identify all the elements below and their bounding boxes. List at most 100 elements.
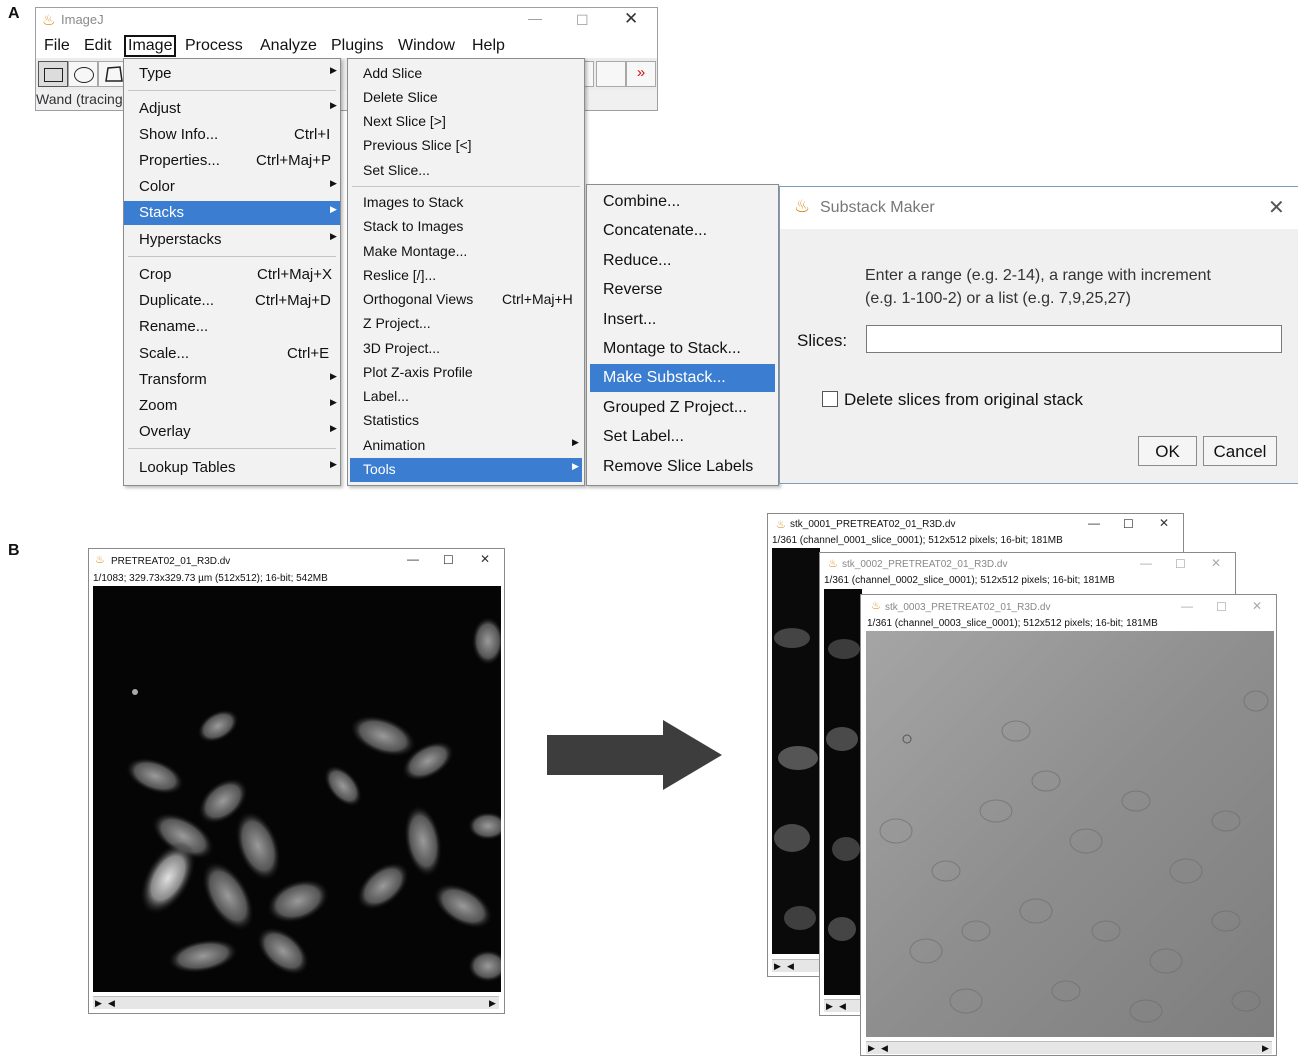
menu-item-orthogonal-views[interactable]: Orthogonal Views Ctrl+Maj+H xyxy=(348,288,584,312)
menu-item-next-slice[interactable]: Next Slice [>] xyxy=(348,110,584,134)
menu-item-delete-slice[interactable]: Delete Slice xyxy=(348,86,584,110)
menu-item-show-info[interactable]: Show Info... Ctrl+I xyxy=(124,123,340,147)
play-icon[interactable]: ▶ xyxy=(95,997,102,1009)
cancel-button[interactable]: Cancel xyxy=(1203,436,1277,466)
menu-item-make-montage[interactable]: Make Montage... xyxy=(348,240,584,264)
toolbar-spacer-button[interactable] xyxy=(584,61,594,87)
horizontal-scrollbar[interactable]: ▶ ◀ ▶ xyxy=(866,1041,1272,1054)
close-icon[interactable]: ✕ xyxy=(1211,556,1221,570)
rectangle-tool-button[interactable] xyxy=(38,61,68,87)
menu-analyze[interactable]: Analyze xyxy=(260,37,317,55)
horizontal-scrollbar[interactable]: ▶ ◀ xyxy=(772,959,820,972)
scroll-left-icon[interactable]: ◀ xyxy=(881,1042,888,1054)
menu-image[interactable]: Image xyxy=(124,35,177,57)
menu-item-overlay[interactable]: Overlay ▶ xyxy=(124,420,340,444)
menu-item-concatenate[interactable]: Concatenate... xyxy=(587,219,778,243)
menu-item-transform[interactable]: Transform ▶ xyxy=(124,368,340,392)
imagej-microscope-icon: ♨ xyxy=(42,12,56,29)
maximize-icon[interactable]: ☐ xyxy=(443,553,454,567)
toolbar-blank-button[interactable] xyxy=(596,61,626,87)
maximize-icon[interactable]: ☐ xyxy=(576,12,589,29)
menu-item-label[interactable]: Label... xyxy=(348,385,584,409)
close-icon[interactable]: ✕ xyxy=(480,552,490,566)
play-icon[interactable]: ▶ xyxy=(774,960,781,972)
menu-item-crop[interactable]: Crop Ctrl+Maj+X xyxy=(124,263,340,287)
minimize-icon[interactable]: — xyxy=(1140,556,1152,570)
close-icon[interactable]: ✕ xyxy=(1252,599,1262,613)
menu-edit[interactable]: Edit xyxy=(84,37,112,55)
menu-item-make-substack[interactable]: Make Substack... xyxy=(590,364,775,392)
menu-item-hyperstacks[interactable]: Hyperstacks ▶ xyxy=(124,228,340,252)
maximize-icon[interactable]: ☐ xyxy=(1123,517,1134,531)
menu-item-z-project[interactable]: Z Project... xyxy=(348,312,584,336)
play-icon[interactable]: ▶ xyxy=(868,1042,875,1054)
close-icon[interactable]: ✕ xyxy=(1268,195,1285,220)
horizontal-scrollbar[interactable]: ▶ ◀ ▶ xyxy=(93,996,499,1009)
menu-item-combine[interactable]: Combine... xyxy=(587,190,778,214)
ok-button[interactable]: OK xyxy=(1138,436,1197,466)
menu-item-color[interactable]: Color ▶ xyxy=(124,175,340,199)
minimize-icon[interactable]: — xyxy=(407,552,419,566)
more-tools-button[interactable]: » xyxy=(626,61,656,87)
menu-item-set-label[interactable]: Set Label... xyxy=(587,425,778,449)
slices-label: Slices: xyxy=(797,331,848,350)
menu-item-lookup-tables[interactable]: Lookup Tables ▶ xyxy=(124,456,340,480)
menu-item-add-slice[interactable]: Add Slice xyxy=(348,62,584,86)
menu-file[interactable]: File xyxy=(44,37,70,55)
menu-item-stack-to-images[interactable]: Stack to Images xyxy=(348,215,584,239)
imagej-microscope-icon: ♨ xyxy=(776,519,786,531)
scroll-left-icon[interactable]: ◀ xyxy=(108,997,115,1009)
oval-tool-button[interactable] xyxy=(68,61,98,87)
close-icon[interactable]: ✕ xyxy=(624,9,638,29)
menu-process[interactable]: Process xyxy=(185,37,243,55)
delete-slices-checkbox[interactable] xyxy=(822,391,838,407)
close-icon[interactable]: ✕ xyxy=(1159,516,1169,530)
result-image-canvas-1[interactable] xyxy=(772,548,820,954)
maximize-icon[interactable]: ☐ xyxy=(1216,600,1227,614)
menu-item-reverse[interactable]: Reverse xyxy=(587,278,778,302)
menu-item-montage-to-stack[interactable]: Montage to Stack... xyxy=(587,337,778,361)
polygon-tool-button[interactable] xyxy=(98,61,126,87)
menu-item-set-slice[interactable]: Set Slice... xyxy=(348,159,584,183)
menu-item-3d-project[interactable]: 3D Project... xyxy=(348,337,584,361)
menu-item-duplicate[interactable]: Duplicate... Ctrl+Maj+D xyxy=(124,289,340,313)
play-icon[interactable]: ▶ xyxy=(826,1000,833,1012)
menu-help[interactable]: Help xyxy=(472,37,505,55)
menu-item-plot-z-axis-profile[interactable]: Plot Z-axis Profile xyxy=(348,361,584,385)
menu-item-properties[interactable]: Properties... Ctrl+Maj+P xyxy=(124,149,340,173)
substack-maker-dialog: ♨ Substack Maker ✕ Enter a range (e.g. 2… xyxy=(779,186,1298,484)
scroll-left-icon[interactable]: ◀ xyxy=(787,960,794,972)
menu-item-adjust[interactable]: Adjust ▶ xyxy=(124,97,340,121)
slices-input[interactable] xyxy=(866,325,1282,353)
menu-item-tools[interactable]: Tools ▶ xyxy=(350,458,582,482)
menu-item-remove-slice-labels[interactable]: Remove Slice Labels xyxy=(587,455,778,479)
scroll-right-icon[interactable]: ▶ xyxy=(1262,1042,1269,1054)
menu-item-zoom[interactable]: Zoom ▶ xyxy=(124,394,340,418)
minimize-icon[interactable]: — xyxy=(1181,599,1193,613)
menu-item-scale[interactable]: Scale... Ctrl+E xyxy=(124,342,340,366)
menu-item-reslice[interactable]: Reslice [/]... xyxy=(348,264,584,288)
menu-item-grouped-z-project[interactable]: Grouped Z Project... xyxy=(587,396,778,420)
menu-item-reduce[interactable]: Reduce... xyxy=(587,249,778,273)
result-image-canvas-2[interactable] xyxy=(824,589,862,995)
brightfield-image-canvas[interactable] xyxy=(866,631,1274,1037)
menu-item-animation[interactable]: Animation ▶ xyxy=(348,434,584,458)
menu-item-stacks[interactable]: Stacks ▶ xyxy=(124,201,340,225)
menu-item-insert[interactable]: Insert... xyxy=(587,308,778,332)
menu-item-type[interactable]: Type ▶ xyxy=(124,62,340,86)
minimize-icon[interactable]: — xyxy=(528,10,542,26)
menu-item-rename[interactable]: Rename... xyxy=(124,315,340,339)
fluorescence-image-canvas[interactable] xyxy=(93,586,501,992)
menu-item-images-to-stack[interactable]: Images to Stack xyxy=(348,191,584,215)
dialog-instructions-line1: Enter a range (e.g. 2-14), a range with … xyxy=(865,267,1211,284)
maximize-icon[interactable]: ☐ xyxy=(1175,557,1186,571)
menu-item-previous-slice[interactable]: Previous Slice [<] xyxy=(348,134,584,158)
minimize-icon[interactable]: — xyxy=(1088,516,1100,530)
menu-item-statistics[interactable]: Statistics xyxy=(348,409,584,433)
scroll-left-icon[interactable]: ◀ xyxy=(839,1000,846,1012)
scroll-right-icon[interactable]: ▶ xyxy=(489,997,496,1009)
dark-cells-image xyxy=(774,628,818,930)
menu-plugins[interactable]: Plugins xyxy=(331,37,383,55)
horizontal-scrollbar[interactable]: ▶ ◀ xyxy=(824,999,862,1012)
menu-window[interactable]: Window xyxy=(398,37,455,55)
